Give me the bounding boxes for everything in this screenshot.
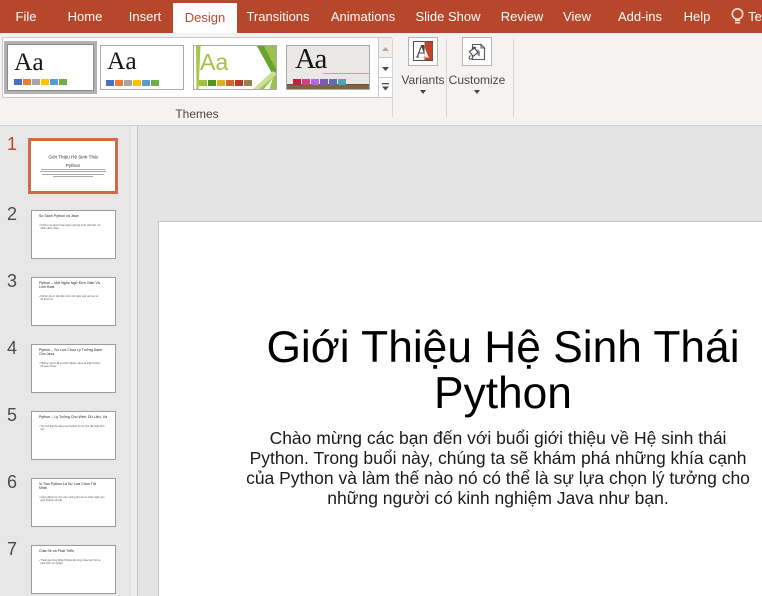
svg-text:Aa: Aa — [200, 49, 228, 75]
